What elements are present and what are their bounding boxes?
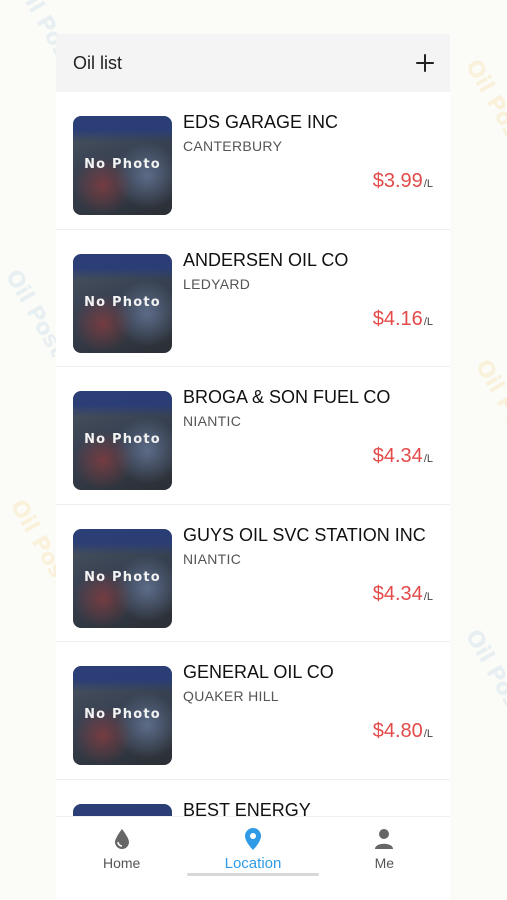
station-city: LEDYARD bbox=[183, 275, 251, 292]
station-name: EDS GARAGE INC bbox=[183, 112, 339, 132]
list-item[interactable]: No Photo EDS GARAGE INC CANTERBURY $3.99… bbox=[56, 92, 450, 230]
station-photo: No Photo bbox=[73, 116, 172, 215]
list-item[interactable]: No Photo GENERAL OIL CO QUAKER HILL $4.8… bbox=[56, 642, 450, 780]
tab-label: Location bbox=[224, 855, 282, 872]
station-photo: No Photo bbox=[73, 528, 172, 628]
station-price: $4.80/L bbox=[372, 720, 433, 742]
station-name: ANDERSEN OIL CO bbox=[183, 249, 349, 270]
active-tab-indicator bbox=[187, 873, 319, 876]
tab-label: Home bbox=[102, 855, 141, 871]
person-icon bbox=[373, 827, 395, 851]
list-item[interactable]: No Photo BROGA & SON FUEL CO NIANTIC $4.… bbox=[56, 367, 450, 505]
station-city: NIANTIC bbox=[183, 413, 242, 429]
plus-icon[interactable] bbox=[416, 54, 434, 72]
station-price: $3.99/L bbox=[372, 170, 433, 192]
station-city: QUAKER HILL bbox=[183, 688, 279, 704]
station-photo: No Photo bbox=[73, 391, 172, 490]
station-price: $4.34/L bbox=[372, 582, 433, 605]
station-name: GENERAL OIL CO bbox=[183, 662, 334, 682]
station-name: GUYS OIL SVC STATION INC bbox=[183, 524, 426, 545]
station-city: NIANTIC bbox=[183, 550, 242, 567]
tab-label: Me bbox=[374, 855, 395, 871]
tab-me[interactable]: Me bbox=[319, 817, 450, 879]
station-city: CANTERBURY bbox=[183, 138, 283, 154]
app-panel: Oil list No Photo EDS GARAGE INC CANTERB… bbox=[56, 34, 450, 900]
station-photo: No Photo bbox=[73, 666, 172, 765]
location-pin-icon bbox=[242, 827, 264, 851]
header: Oil list bbox=[56, 34, 450, 92]
list-item[interactable]: No Photo ANDERSEN OIL CO LEDYARD $4.16/L bbox=[56, 230, 450, 367]
tab-bar: Home Location Me bbox=[56, 816, 450, 879]
drop-icon bbox=[111, 827, 133, 851]
page-title: Oil list bbox=[73, 52, 122, 73]
station-name: BROGA & SON FUEL CO bbox=[183, 387, 391, 407]
station-price: $4.16/L bbox=[372, 307, 433, 330]
station-price: $4.34/L bbox=[372, 445, 433, 467]
list-item[interactable]: No Photo GUYS OIL SVC STATION INC NIANTI… bbox=[56, 505, 450, 642]
tab-home[interactable]: Home bbox=[56, 817, 187, 879]
oil-list[interactable]: No Photo EDS GARAGE INC CANTERBURY $3.99… bbox=[56, 92, 450, 850]
station-photo: No Photo bbox=[73, 253, 172, 353]
tab-location[interactable]: Location bbox=[187, 817, 319, 879]
